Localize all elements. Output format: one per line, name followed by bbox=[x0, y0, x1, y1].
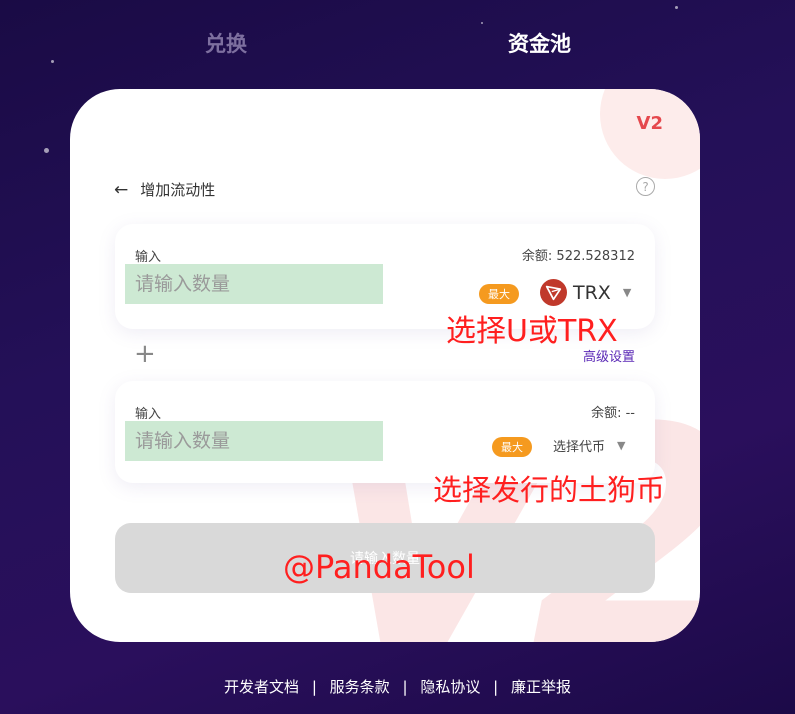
chevron-down-icon: ▼ bbox=[622, 286, 632, 299]
max-button-b[interactable]: 最大 bbox=[492, 437, 532, 457]
token-select-b[interactable]: 选择代币 ▼ bbox=[553, 436, 625, 455]
token-select-a[interactable]: TRX ▼ bbox=[540, 279, 631, 306]
tab-swap[interactable]: 兑换 bbox=[205, 28, 247, 58]
input-label: 输入 bbox=[135, 407, 162, 422]
star-decoration bbox=[44, 148, 49, 153]
balance-text: 余额: -- bbox=[591, 406, 635, 421]
balance-text: 余额: 522.528312 bbox=[521, 249, 635, 264]
arrow-left-icon[interactable]: ← bbox=[114, 180, 128, 200]
question-circle-icon[interactable]: ? bbox=[636, 177, 655, 196]
watermark-text: @PandaTool bbox=[283, 548, 475, 586]
annotation-select-token-b: 选择发行的土狗币 bbox=[433, 473, 666, 507]
amount-input-b[interactable] bbox=[125, 421, 383, 461]
page-title: 增加流动性 bbox=[140, 181, 216, 199]
star-decoration bbox=[481, 22, 483, 24]
card-corner-decoration bbox=[600, 89, 700, 179]
max-button-a[interactable]: 最大 bbox=[479, 284, 519, 304]
tab-pool[interactable]: 资金池 bbox=[508, 28, 571, 58]
footer-separator: | bbox=[402, 678, 408, 696]
top-nav: 兑换 资金池 bbox=[0, 28, 795, 62]
footer-link-dev-docs[interactable]: 开发者文档 bbox=[224, 678, 299, 696]
star-decoration bbox=[675, 6, 678, 9]
trx-logo-icon bbox=[540, 279, 567, 306]
token-name: 选择代币 bbox=[553, 440, 606, 455]
footer-link-report[interactable]: 廉正举报 bbox=[511, 678, 571, 696]
version-badge: V2 bbox=[636, 113, 663, 134]
header-row: ← 增加流动性 bbox=[114, 179, 215, 200]
input-label: 输入 bbox=[135, 250, 162, 265]
footer-link-terms[interactable]: 服务条款 bbox=[330, 678, 390, 696]
footer: 开发者文档 | 服务条款 | 隐私协议 | 廉正举报 bbox=[0, 676, 795, 697]
chevron-down-icon: ▼ bbox=[617, 439, 626, 452]
footer-separator: | bbox=[493, 678, 499, 696]
footer-link-privacy[interactable]: 隐私协议 bbox=[420, 678, 480, 696]
amount-input-a[interactable] bbox=[125, 264, 383, 304]
plus-icon: + bbox=[134, 339, 156, 369]
footer-separator: | bbox=[311, 678, 317, 696]
token-name: TRX bbox=[573, 281, 611, 304]
annotation-select-token-a: 选择U或TRX bbox=[446, 314, 618, 349]
